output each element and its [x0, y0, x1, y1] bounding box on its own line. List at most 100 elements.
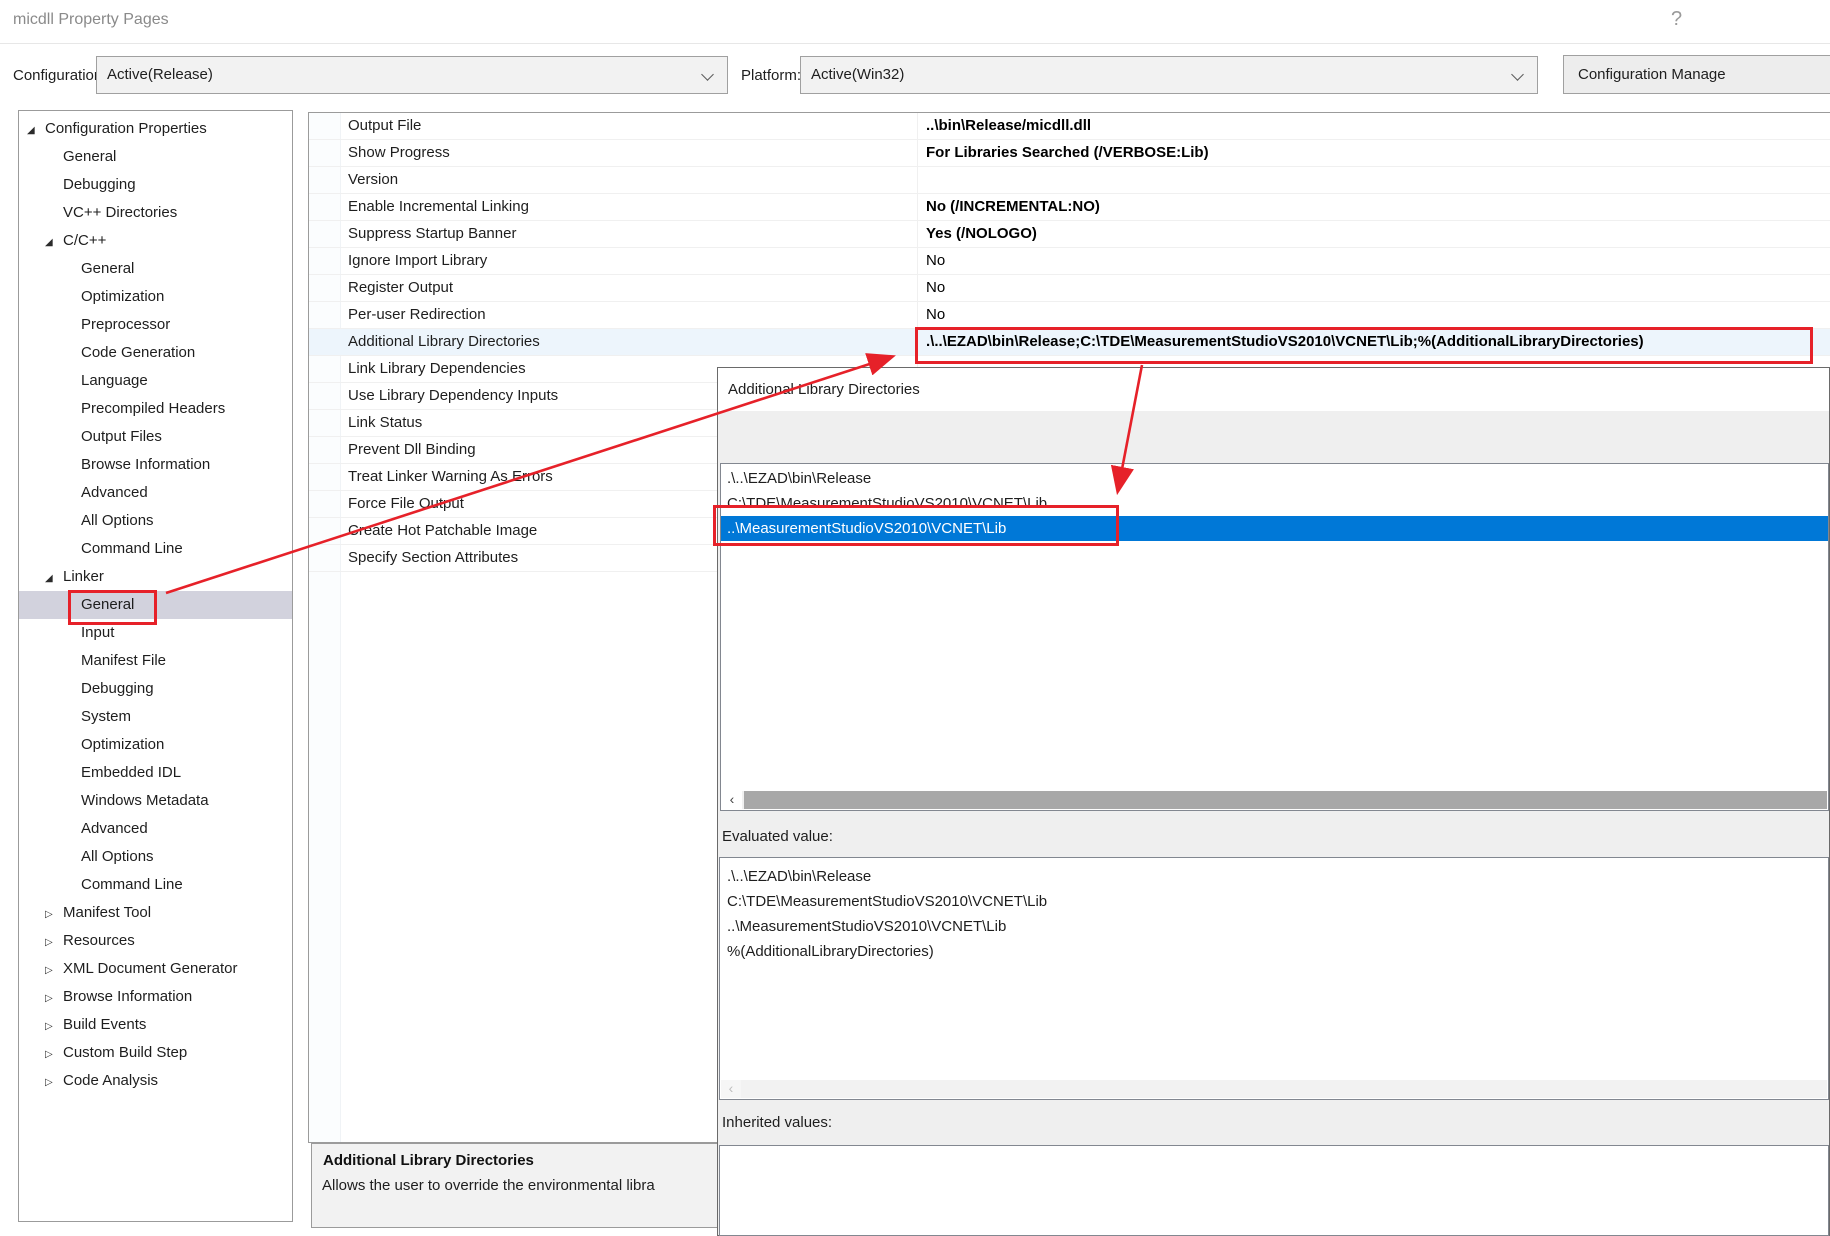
property-name: Suppress Startup Banner — [348, 221, 516, 247]
chevron-expanded-icon[interactable]: ◢ — [27, 117, 45, 145]
sidebar-item-debugging[interactable]: Debugging — [19, 171, 292, 199]
property-value[interactable]: For Libraries Searched (/VERBOSE:Lib) — [926, 140, 1209, 166]
sidebar-item-system[interactable]: System — [19, 703, 292, 731]
sidebar-item-manifest-tool[interactable]: ▷Manifest Tool — [19, 899, 292, 927]
scroll-left-icon[interactable]: ‹ — [721, 1080, 741, 1098]
property-value[interactable]: No (/INCREMENTAL:NO) — [926, 194, 1100, 220]
scrollbar-thumb[interactable] — [744, 791, 1827, 809]
chevron-collapsed-icon[interactable]: ▷ — [45, 1069, 63, 1097]
property-row-suppress-startup-banner[interactable]: Suppress Startup Banner Yes (/NOLOGO) — [309, 221, 1830, 248]
chevron-collapsed-icon[interactable]: ▷ — [45, 901, 63, 929]
sidebar-item-label: General — [63, 148, 116, 165]
property-row-version[interactable]: Version — [309, 167, 1830, 194]
sidebar-item-general[interactable]: General — [19, 591, 292, 619]
configuration-manager-button[interactable]: Configuration Manage — [1563, 55, 1830, 94]
sidebar-item-embedded-idl[interactable]: Embedded IDL — [19, 759, 292, 787]
help-icon[interactable]: ? — [1671, 8, 1682, 31]
sidebar-item-vc-directories[interactable]: VC++ Directories — [19, 199, 292, 227]
sidebar-item-browse-information[interactable]: ▷Browse Information — [19, 983, 292, 1011]
sidebar-item-code-generation[interactable]: Code Generation — [19, 339, 292, 367]
sidebar-item-c-c[interactable]: ◢C/C++ — [19, 227, 292, 255]
sidebar-item-configuration-properties[interactable]: ◢Configuration Properties — [19, 115, 292, 143]
property-value[interactable]: ..\bin\Release/micdll.dll — [926, 113, 1091, 139]
sidebar-item-custom-build-step[interactable]: ▷Custom Build Step — [19, 1039, 292, 1067]
sidebar-item-preprocessor[interactable]: Preprocessor — [19, 311, 292, 339]
sidebar-item-label: Advanced — [81, 820, 148, 837]
horizontal-scrollbar-disabled[interactable]: ‹ — [721, 1080, 1827, 1098]
directory-item[interactable]: .\..\EZAD\bin\Release — [721, 466, 1828, 491]
property-name: Use Library Dependency Inputs — [348, 383, 558, 409]
inherited-values-label: Inherited values: — [722, 1114, 832, 1131]
property-name: Prevent Dll Binding — [348, 437, 476, 463]
chevron-collapsed-icon[interactable]: ▷ — [45, 957, 63, 985]
sidebar-item-label: Manifest File — [81, 652, 166, 669]
property-row-additional-library-directories[interactable]: Additional Library Directories .\..\EZAD\… — [309, 329, 1830, 356]
sidebar-item-xml-document-generator[interactable]: ▷XML Document Generator — [19, 955, 292, 983]
sidebar-item-advanced[interactable]: Advanced — [19, 479, 292, 507]
sidebar-item-output-files[interactable]: Output Files — [19, 423, 292, 451]
description-text: Allows the user to override the environm… — [322, 1177, 655, 1194]
property-row-output-file[interactable]: Output File ..\bin\Release/micdll.dll — [309, 113, 1830, 140]
sidebar-item-advanced[interactable]: Advanced — [19, 815, 292, 843]
sidebar-item-windows-metadata[interactable]: Windows Metadata — [19, 787, 292, 815]
sidebar-item-label: Command Line — [81, 540, 183, 557]
platform-combobox[interactable]: Active(Win32) — [800, 56, 1538, 94]
sidebar-item-label: Preprocessor — [81, 316, 170, 333]
sidebar-item-language[interactable]: Language — [19, 367, 292, 395]
property-value[interactable]: No — [926, 275, 945, 301]
chevron-collapsed-icon[interactable]: ▷ — [45, 1041, 63, 1069]
chevron-expanded-icon[interactable]: ◢ — [45, 229, 63, 257]
configuration-tree: ◢Configuration Properties General Debuggin… — [18, 110, 293, 1222]
directory-item[interactable]: C:\TDE\MeasurementStudioVS2010\VCNET\Lib — [721, 491, 1828, 516]
sidebar-item-all-options[interactable]: All Options — [19, 843, 292, 871]
property-row-register-output[interactable]: Register OutputNo — [309, 275, 1830, 302]
sidebar-item-input[interactable]: Input — [19, 619, 292, 647]
evaluated-line: ..\MeasurementStudioVS2010\VCNET\Lib — [727, 914, 1828, 939]
property-row-enable-incremental-linking[interactable]: Enable Incremental Linking No (/INCREMENT… — [309, 194, 1830, 221]
sidebar-item-code-analysis[interactable]: ▷Code Analysis — [19, 1067, 292, 1095]
sidebar-item-debugging[interactable]: Debugging — [19, 675, 292, 703]
property-row-per-user-redirection[interactable]: Per-user RedirectionNo — [309, 302, 1830, 329]
property-name: Output File — [348, 113, 421, 139]
sidebar-item-general[interactable]: General — [19, 255, 292, 283]
additional-library-directories-dialog: Additional Library Directories .\..\EZAD… — [717, 367, 1830, 1236]
sidebar-item-command-line[interactable]: Command Line — [19, 535, 292, 563]
property-value[interactable]: Yes (/NOLOGO) — [926, 221, 1037, 247]
dialog-titlebar[interactable]: Additional Library Directories — [718, 368, 1829, 411]
sidebar-item-linker[interactable]: ◢Linker — [19, 563, 292, 591]
window-title: micdll Property Pages — [13, 11, 169, 29]
chevron-down-icon — [1511, 68, 1524, 81]
chevron-collapsed-icon[interactable]: ▷ — [45, 929, 63, 957]
sidebar-item-manifest-file[interactable]: Manifest File — [19, 647, 292, 675]
property-row-show-progress[interactable]: Show ProgressFor Libraries Searched (/VE… — [309, 140, 1830, 167]
sidebar-item-label: Browse Information — [63, 988, 192, 1005]
scroll-left-icon[interactable]: ‹ — [722, 791, 742, 809]
sidebar-item-general[interactable]: General — [19, 143, 292, 171]
sidebar-item-build-events[interactable]: ▷Build Events — [19, 1011, 292, 1039]
property-value[interactable]: No — [926, 302, 945, 328]
chevron-collapsed-icon[interactable]: ▷ — [45, 1013, 63, 1041]
sidebar-item-browse-information[interactable]: Browse Information — [19, 451, 292, 479]
sidebar-item-resources[interactable]: ▷Resources — [19, 927, 292, 955]
sidebar-item-label: Optimization — [81, 288, 164, 305]
directory-item[interactable]: ..\MeasurementStudioVS2010\VCNET\Lib — [721, 516, 1828, 541]
sidebar-item-command-line[interactable]: Command Line — [19, 871, 292, 899]
horizontal-scrollbar[interactable]: ‹ — [722, 791, 1827, 809]
sidebar-item-optimization[interactable]: Optimization — [19, 731, 292, 759]
chevron-collapsed-icon[interactable]: ▷ — [45, 985, 63, 1013]
property-name: Enable Incremental Linking — [348, 194, 529, 220]
configuration-value: Active(Release) — [107, 57, 213, 93]
property-row-ignore-import-library[interactable]: Ignore Import LibraryNo — [309, 248, 1830, 275]
sidebar-item-precompiled-headers[interactable]: Precompiled Headers — [19, 395, 292, 423]
directories-listbox[interactable]: .\..\EZAD\bin\ReleaseC:\TDE\MeasurementS… — [720, 463, 1829, 811]
chevron-expanded-icon[interactable]: ◢ — [45, 565, 63, 593]
property-name: Link Library Dependencies — [348, 356, 526, 382]
property-value[interactable]: .\..\EZAD\bin\Release;C:\TDE\Measurement… — [926, 329, 1644, 355]
sidebar-item-label: System — [81, 708, 131, 725]
sidebar-item-label: C/C++ — [63, 232, 106, 249]
sidebar-item-all-options[interactable]: All Options — [19, 507, 292, 535]
sidebar-item-optimization[interactable]: Optimization — [19, 283, 292, 311]
property-name: Additional Library Directories — [348, 329, 540, 355]
property-value[interactable]: No — [926, 248, 945, 274]
configuration-combobox[interactable]: Active(Release) — [96, 56, 728, 94]
